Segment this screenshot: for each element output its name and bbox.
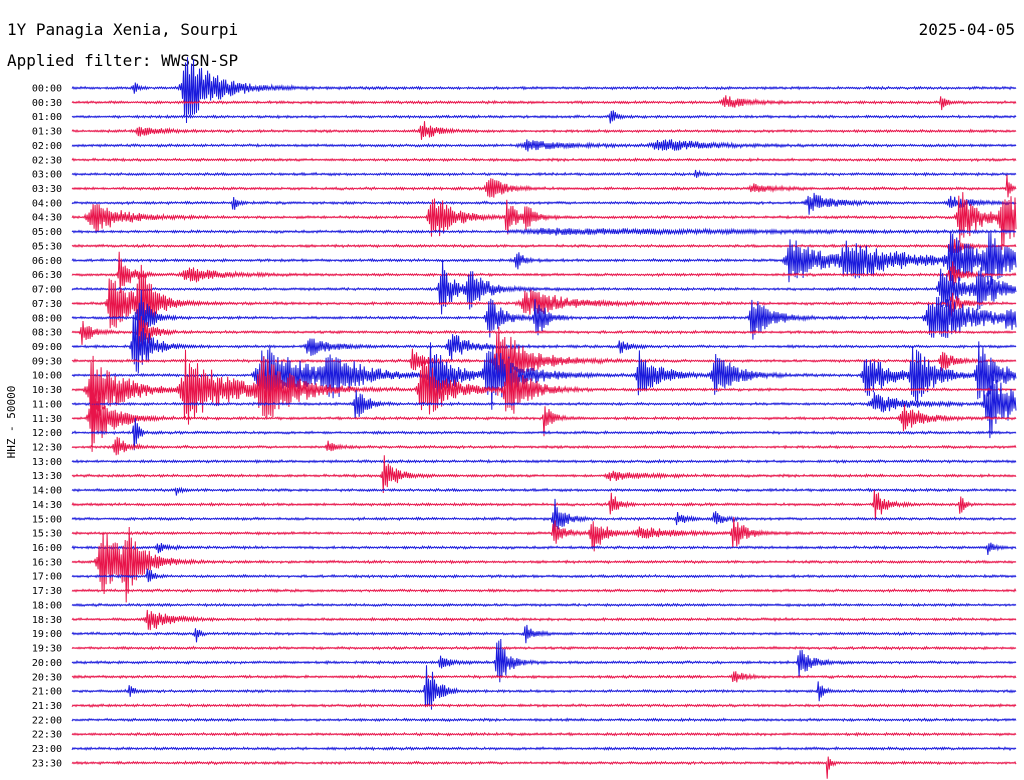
time-tick-label: 08:00	[32, 313, 62, 324]
time-tick-label: 08:30	[32, 328, 62, 339]
trace-row	[71, 568, 1017, 583]
time-tick-label: 04:30	[32, 213, 62, 224]
time-tick-label: 05:30	[32, 241, 62, 252]
trace-row	[71, 157, 1017, 163]
time-tick-label: 03:30	[32, 184, 62, 195]
trace-row	[71, 95, 1017, 111]
trace-row	[71, 192, 1017, 215]
trace-row	[71, 174, 1017, 198]
time-tick-label: 10:00	[32, 371, 62, 382]
trace-row	[71, 756, 1017, 779]
trace-row	[71, 717, 1017, 723]
time-tick-label: 00:30	[32, 98, 62, 109]
time-tick-label: 01:30	[32, 127, 62, 138]
time-tick-label: 04:00	[32, 198, 62, 209]
time-tick-label: 06:30	[32, 270, 62, 281]
time-tick-label: 19:00	[32, 629, 62, 640]
time-tick-label: 02:30	[32, 155, 62, 166]
time-tick-label: 22:00	[32, 715, 62, 726]
time-tick-label: 09:00	[32, 342, 62, 353]
time-tick-label: 07:00	[32, 285, 62, 296]
time-tick-label: 23:00	[32, 744, 62, 755]
trace-row	[71, 645, 1017, 651]
time-tick-label: 09:30	[32, 356, 62, 367]
time-tick-label: 13:00	[32, 457, 62, 468]
trace-row	[71, 624, 1017, 644]
trace-row	[71, 731, 1017, 737]
time-tick-label: 17:00	[32, 572, 62, 583]
time-tick-label: 22:30	[32, 730, 62, 741]
time-tick-label: 06:00	[32, 256, 62, 267]
time-tick-label: 18:00	[32, 600, 62, 611]
time-tick-label: 18:30	[32, 615, 62, 626]
trace-row	[71, 110, 1017, 124]
time-tick-label: 11:00	[32, 399, 62, 410]
trace-row	[71, 57, 1017, 124]
trace-row	[71, 139, 1017, 152]
trace-row	[71, 231, 1017, 285]
trace-row	[71, 587, 1017, 594]
time-tick-label: 03:00	[32, 170, 62, 181]
time-tick-label: 10:30	[32, 385, 62, 396]
time-tick-label: 14:30	[32, 500, 62, 511]
helicorder-plot: 00:00 00:30 01:00 01:30 02:00 02:30 03:00 03:30…	[32, 57, 1017, 779]
time-tick-label: 05:00	[32, 227, 62, 238]
time-tick-label: 23:30	[32, 758, 62, 769]
time-tick-label: 16:30	[32, 557, 62, 568]
trace-row	[71, 121, 1017, 140]
time-tick-label: 16:00	[32, 543, 62, 554]
trace-row	[71, 192, 1017, 250]
time-tick-label: 02:00	[32, 141, 62, 152]
trace-row	[71, 458, 1017, 464]
trace-row	[71, 227, 1017, 236]
trace-row	[71, 671, 1017, 683]
time-tick-label: 20:00	[32, 658, 62, 669]
time-tick-labels: 00:00 00:30 01:00 01:30 02:00 02:30 03:00 03:30…	[32, 84, 62, 770]
trace-row	[71, 609, 1017, 631]
time-tick-label: 01:00	[32, 112, 62, 123]
time-tick-label: 00:00	[32, 84, 62, 95]
time-tick-label: 21:30	[32, 701, 62, 712]
time-tick-label: 13:30	[32, 471, 62, 482]
time-tick-label: 14:00	[32, 486, 62, 497]
time-tick-label: 12:00	[32, 428, 62, 439]
time-tick-label: 21:00	[32, 687, 62, 698]
trace-layer	[71, 57, 1017, 779]
time-tick-label: 17:30	[32, 586, 62, 597]
time-tick-label: 07:30	[32, 299, 62, 310]
trace-row	[71, 665, 1017, 710]
trace-row	[71, 602, 1017, 608]
trace-row	[71, 542, 1017, 555]
time-tick-label: 11:30	[32, 414, 62, 425]
trace-row	[71, 169, 1017, 178]
trace-row	[71, 289, 1017, 344]
trace-row	[71, 745, 1017, 752]
time-tick-label: 15:00	[32, 514, 62, 525]
time-tick-label: 20:30	[32, 672, 62, 683]
trace-row	[71, 436, 1017, 456]
time-tick-label: 19:30	[32, 644, 62, 655]
time-tick-label: 12:30	[32, 443, 62, 454]
time-tick-label: 15:30	[32, 529, 62, 540]
trace-row	[71, 702, 1017, 709]
trace-row	[71, 490, 1017, 521]
